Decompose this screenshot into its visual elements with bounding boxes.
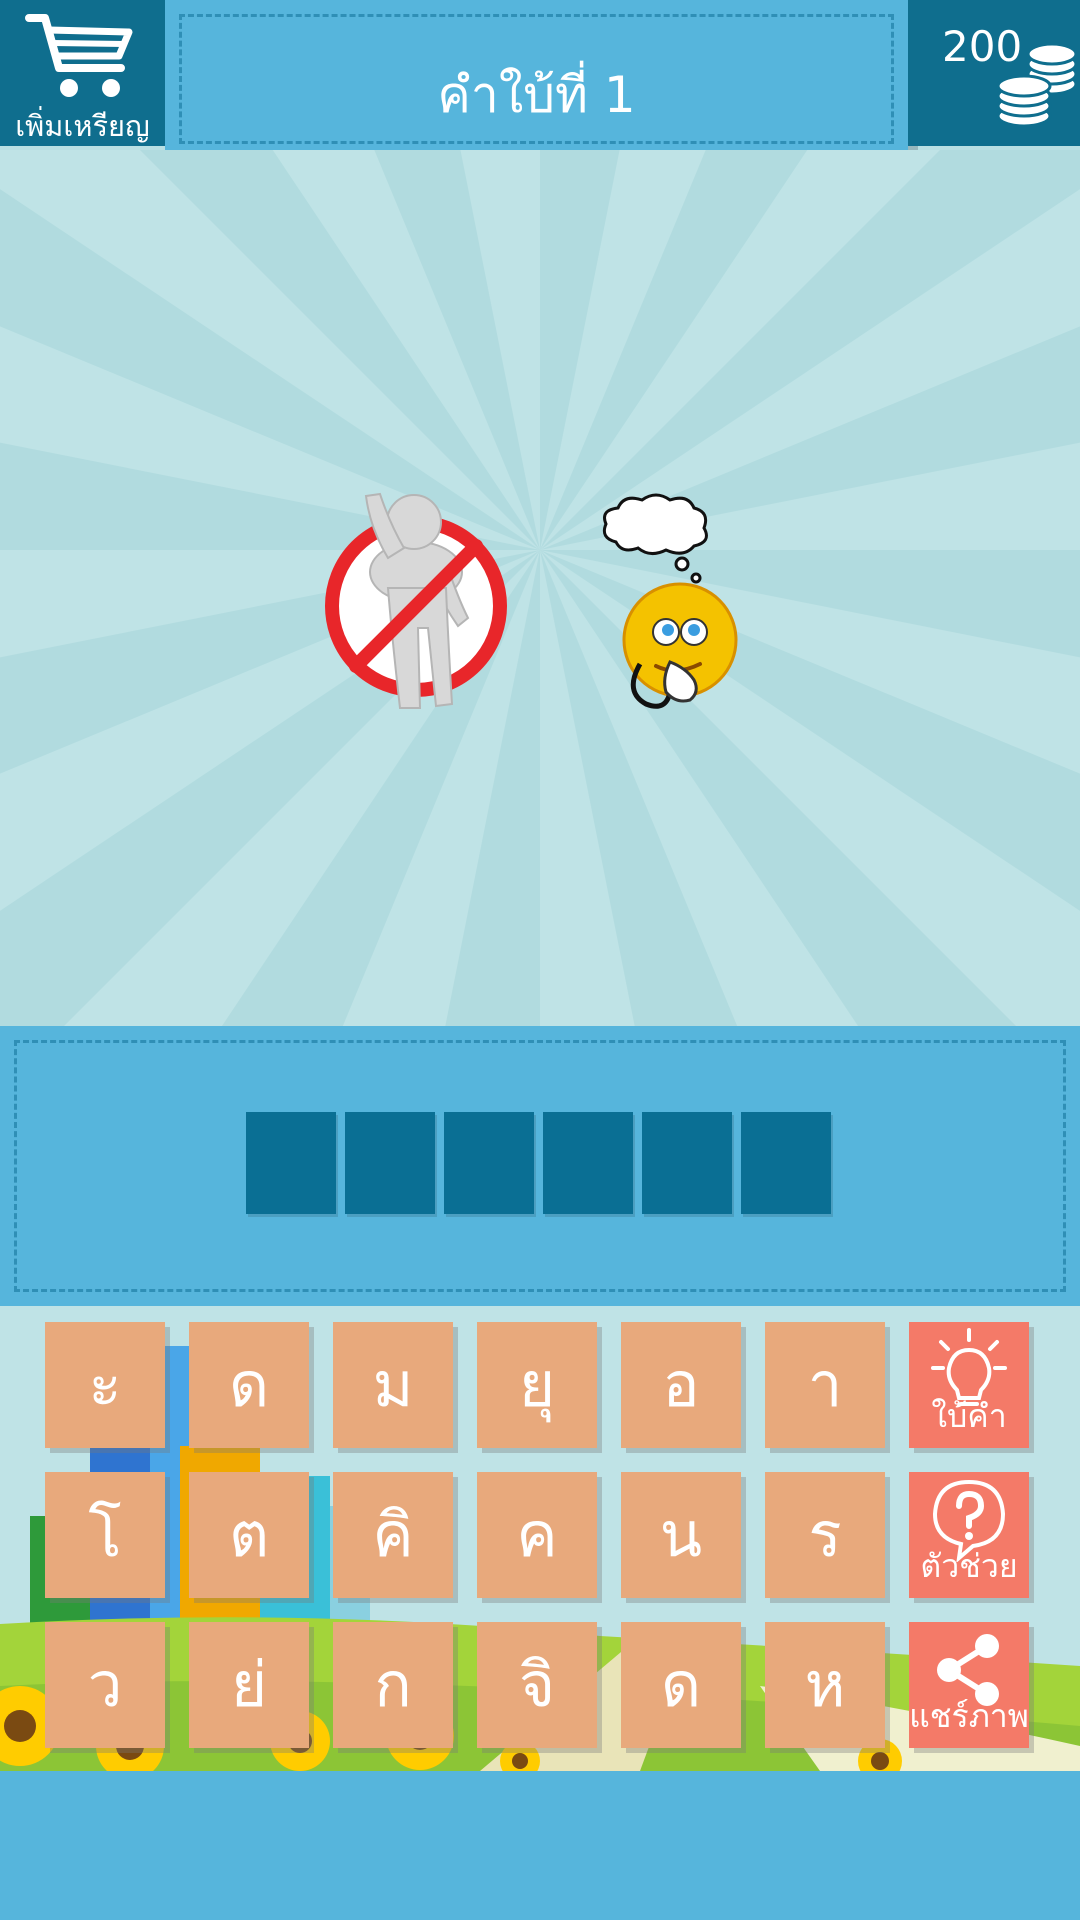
clue-title: คำใบ้ที่ 1	[437, 66, 636, 124]
letter-key[interactable]: ค	[477, 1472, 597, 1598]
answer-panel	[0, 1026, 1080, 1306]
letter-key[interactable]: โ	[45, 1472, 165, 1598]
helper-label: ตัวช่วย	[920, 1547, 1018, 1585]
letter-key[interactable]: ะ	[45, 1322, 165, 1448]
top-bar: เพิ่มเหรียญ คำใบ้ที่ 1 200	[0, 0, 1080, 158]
answer-slot[interactable]	[345, 1112, 435, 1214]
keyboard-area: ะดมยุอาโตคิคนรวย่กจิดห ใบ้คำ ตัวช่วย แชร…	[0, 1306, 1080, 1771]
answer-slot[interactable]	[246, 1112, 336, 1214]
add-coins-label: เพิ่มเหรียญ	[15, 109, 150, 143]
letter-key[interactable]: ยุ	[477, 1322, 597, 1448]
letter-key[interactable]: ห	[765, 1622, 885, 1748]
letter-key[interactable]: า	[765, 1322, 885, 1448]
letter-key[interactable]: จิ	[477, 1622, 597, 1748]
clue-header: คำใบ้ที่ 1	[165, 0, 908, 158]
shopping-cart-icon	[25, 14, 133, 97]
answer-slot[interactable]	[444, 1112, 534, 1214]
hint-word-label: ใบ้คำ	[931, 1397, 1007, 1435]
share-image-button[interactable]: แชร์ภาพ	[909, 1622, 1029, 1748]
letter-key[interactable]: ด	[189, 1322, 309, 1448]
bottom-ad-band	[0, 1771, 1080, 1920]
helper-button[interactable]: ตัวช่วย	[909, 1472, 1029, 1598]
letter-key[interactable]: คิ	[333, 1472, 453, 1598]
no-entry-person-image	[325, 492, 507, 709]
letter-key[interactable]: ต	[189, 1472, 309, 1598]
coin-stack-icon	[996, 42, 1078, 126]
answer-slot[interactable]	[642, 1112, 732, 1214]
answer-slot[interactable]	[543, 1112, 633, 1214]
hint-word-button[interactable]: ใบ้คำ	[909, 1322, 1029, 1448]
letter-key[interactable]: ว	[45, 1622, 165, 1748]
add-coins-button[interactable]: เพิ่มเหรียญ	[0, 0, 165, 146]
letter-key[interactable]: ด	[621, 1622, 741, 1748]
thinking-smiley-image	[602, 493, 738, 709]
coin-balance: 200	[908, 0, 1080, 146]
sunburst-background	[0, 150, 1080, 1026]
answer-slot[interactable]	[741, 1112, 831, 1214]
letter-key[interactable]: ย่	[189, 1622, 309, 1748]
letter-key[interactable]: ม	[333, 1322, 453, 1448]
letter-key[interactable]: น	[621, 1472, 741, 1598]
letter-key[interactable]: ร	[765, 1472, 885, 1598]
puzzle-area	[0, 150, 1080, 1026]
answer-slots	[246, 1112, 831, 1214]
letter-key[interactable]: อ	[621, 1322, 741, 1448]
share-image-label: แชร์ภาพ	[909, 1697, 1029, 1735]
letter-key[interactable]: ก	[333, 1622, 453, 1748]
